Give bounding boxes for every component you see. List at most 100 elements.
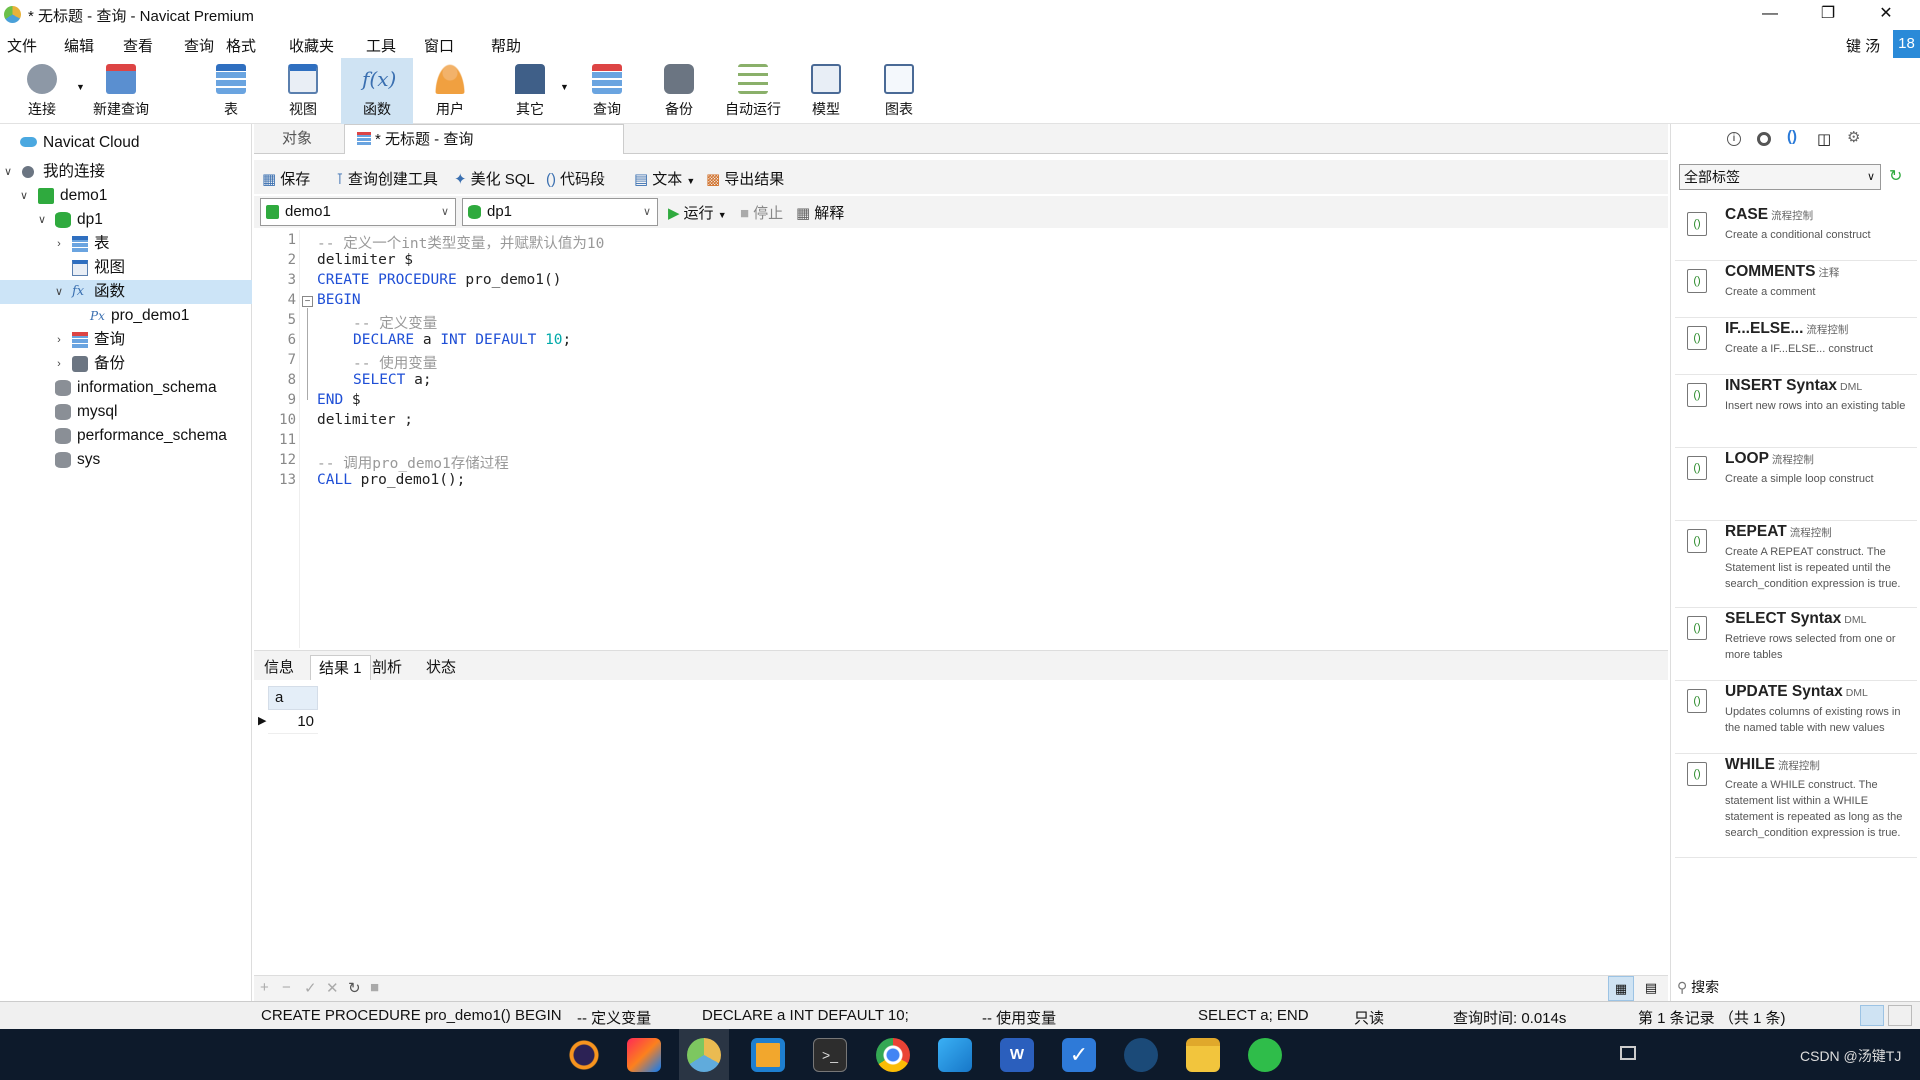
add-record-icon[interactable]: + [260, 979, 269, 996]
virtualbox-icon[interactable] [751, 1038, 785, 1072]
menu-favorites[interactable]: 收藏夹 [289, 35, 334, 56]
toolbar-connect[interactable]: 连接 [14, 58, 70, 124]
snippet-item[interactable]: () UPDATE Syntax DML Updates columns of exi… [1675, 681, 1917, 754]
settings-icon[interactable]: ⚙ [1847, 128, 1860, 146]
info-icon[interactable]: i [1727, 132, 1741, 146]
toolbar-query[interactable]: 查询 [579, 58, 635, 124]
layout-right-icon[interactable] [1888, 1005, 1912, 1026]
menu-window[interactable]: 窗口 [424, 35, 454, 56]
preview-icon[interactable] [1757, 132, 1771, 146]
snippet-search[interactable]: ⚲ 搜索 [1677, 976, 1913, 998]
menu-query[interactable]: 查询 [184, 35, 214, 56]
toolbar-chart[interactable]: 图表 [871, 58, 927, 124]
tree-performance-schema[interactable]: performance_schema [0, 424, 252, 448]
snippet-icon[interactable]: () [1787, 128, 1797, 145]
run-button[interactable]: ▶ 运行 ▼ [668, 202, 727, 223]
layout-icon[interactable]: ◫ [1817, 130, 1831, 148]
toolbar-model[interactable]: 模型 [798, 58, 854, 124]
refresh-icon[interactable]: ↻ [348, 979, 361, 997]
stop-button[interactable]: ■ 停止 [740, 202, 783, 223]
toolbar-user[interactable]: 用户 [422, 58, 478, 124]
sql-editor[interactable]: 1 2 3 4 5 6 7 8 9 10 11 12 13 − -- 定义一个i… [254, 230, 1668, 648]
connection-select[interactable]: demo1 ∨ [260, 198, 456, 226]
collapse-icon[interactable]: ∨ [2, 160, 14, 184]
tree-dp1[interactable]: ∨ dp1 [0, 208, 252, 232]
tree-mysql[interactable]: mysql [0, 400, 252, 424]
grid-view-icon[interactable]: ▦ [1608, 976, 1634, 1001]
tree-backups[interactable]: › 备份 [0, 352, 252, 376]
fold-toggle-icon[interactable]: − [302, 296, 313, 307]
refresh-snippets-icon[interactable]: ↻ [1889, 166, 1902, 186]
tree-information-schema[interactable]: information_schema [0, 376, 252, 400]
restore-button[interactable]: ❐ [1800, 0, 1856, 30]
expand-icon[interactable]: › [53, 352, 65, 376]
beautify-sql-button[interactable]: ✦ 美化 SQL [454, 168, 535, 189]
run-dropdown-icon[interactable]: ▼ [718, 210, 727, 220]
tree-navicat-cloud[interactable]: Navicat Cloud [0, 131, 252, 155]
tab-query[interactable]: * 无标题 - 查询 [344, 124, 624, 154]
tree-pro-demo1[interactable]: Px pro_demo1 [0, 304, 252, 328]
form-view-icon[interactable]: ▤ [1638, 976, 1664, 1001]
menu-view[interactable]: 查看 [123, 35, 153, 56]
delete-record-icon[interactable]: − [282, 979, 291, 996]
menu-tools[interactable]: 工具 [366, 35, 396, 56]
snippet-item[interactable]: () IF...ELSE... 流程控制 Create a IF...ELSE... … [1675, 318, 1917, 375]
tab-info[interactable]: 信息 [256, 655, 302, 681]
other-dropdown-icon[interactable]: ▼ [560, 82, 569, 92]
snippet-item[interactable]: () WHILE 流程控制 Create a WHILE construct. The… [1675, 754, 1917, 858]
database-select[interactable]: dp1 ∨ [462, 198, 658, 226]
tab-status[interactable]: 状态 [418, 655, 464, 681]
tag-filter-select[interactable]: 全部标签 ∨ [1679, 164, 1881, 190]
tree-demo1[interactable]: ∨ demo1 [0, 184, 252, 208]
tab-profile[interactable]: 剖析 [364, 655, 410, 681]
expand-icon[interactable]: › [53, 328, 65, 352]
file-explorer-icon[interactable] [1186, 1038, 1220, 1072]
snippet-item[interactable]: () CASE 流程控制 Create a conditional construct [1675, 204, 1917, 261]
toolbar-table[interactable]: 表 [203, 58, 259, 124]
toolbar-other[interactable]: 其它 [502, 58, 558, 124]
intellij-icon[interactable] [627, 1038, 661, 1072]
code-snippet-button[interactable]: () 代码段 [546, 168, 605, 189]
menu-help[interactable]: 帮助 [491, 35, 521, 56]
snippet-item[interactable]: () LOOP 流程控制 Create a simple loop construct [1675, 448, 1917, 521]
tree-functions[interactable]: ∨ fx 函数 [0, 280, 252, 304]
query-builder-button[interactable]: ⊺ 查询创建工具 [336, 168, 438, 189]
snippet-item[interactable]: () REPEAT 流程控制 Create A REPEAT construct. T… [1675, 521, 1917, 608]
layout-left-icon[interactable] [1860, 1005, 1884, 1026]
word-icon[interactable]: W [1000, 1038, 1034, 1072]
tree-sys[interactable]: sys [0, 448, 252, 472]
eclipse-icon[interactable] [567, 1038, 601, 1072]
discard-icon[interactable]: ✕ [326, 979, 339, 997]
snippet-item[interactable]: () COMMENTS 注释 Create a comment [1675, 261, 1917, 318]
text-button[interactable]: ▤ 文本 ▼ [634, 168, 695, 189]
export-result-button[interactable]: ▩ 导出结果 [706, 168, 784, 189]
apply-icon[interactable]: ✓ [304, 979, 317, 997]
table-cell[interactable]: 10 [268, 710, 318, 734]
vscode-icon[interactable] [938, 1038, 972, 1072]
explain-button[interactable]: ▦ 解释 [796, 202, 844, 223]
expand-icon[interactable]: › [53, 232, 65, 256]
tree-views[interactable]: 视图 [0, 256, 252, 280]
save-button[interactable]: ▦ 保存 [262, 168, 310, 189]
tree-queries[interactable]: › 查询 [0, 328, 252, 352]
toolbar-new-query[interactable]: 新建查询 [88, 58, 154, 124]
connect-dropdown-icon[interactable]: ▼ [76, 82, 85, 92]
collapse-icon[interactable]: ∨ [18, 184, 30, 208]
terminal-icon[interactable]: >_ [813, 1038, 847, 1072]
collapse-icon[interactable]: ∨ [53, 280, 65, 304]
toolbar-view[interactable]: 视图 [275, 58, 331, 124]
menu-file[interactable]: 文件 [7, 35, 37, 56]
chrome-icon[interactable] [876, 1038, 910, 1072]
tab-result-1[interactable]: 结果 1 [310, 655, 371, 681]
toolbar-automation[interactable]: 自动运行 [718, 58, 788, 124]
task-view-icon[interactable] [1620, 1046, 1636, 1060]
snippet-item[interactable]: () INSERT Syntax DML Insert new rows into a… [1675, 375, 1917, 448]
snippet-item[interactable]: () SELECT Syntax DML Retrieve rows selected… [1675, 608, 1917, 681]
todo-icon[interactable]: ✓ [1062, 1038, 1096, 1072]
menu-edit[interactable]: 编辑 [64, 35, 94, 56]
text-dropdown-icon[interactable]: ▼ [686, 176, 695, 186]
close-button[interactable]: ✕ [1858, 0, 1914, 30]
menu-format[interactable]: 格式 [226, 35, 256, 56]
tab-objects[interactable]: 对象 [270, 124, 324, 154]
stop-icon[interactable]: ■ [370, 979, 379, 996]
